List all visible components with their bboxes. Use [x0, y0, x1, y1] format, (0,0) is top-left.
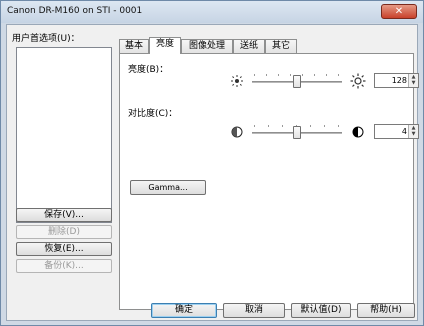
- tab-other[interactable]: 其它: [265, 39, 297, 53]
- tab-image-processing-label: 图像处理: [188, 41, 225, 51]
- dialog-client-area: 用户首选项(U)： 保存(V)... 删除(D) 恢复(E)... 备份(K).…: [6, 24, 419, 321]
- tab-basic-label: 基本: [124, 41, 143, 51]
- brightness-slider[interactable]: [252, 72, 342, 90]
- user-preferences-list[interactable]: [16, 47, 112, 223]
- delete-preference-button[interactable]: 删除(D): [16, 225, 112, 239]
- cancel-button[interactable]: 取消: [223, 303, 285, 318]
- contrast-value: 4: [401, 127, 407, 136]
- ok-button-label: 确定: [174, 305, 193, 315]
- help-button[interactable]: 帮助(H): [357, 303, 415, 318]
- backup-preference-label: 备份(K)...: [44, 261, 84, 271]
- contrast-slider[interactable]: [252, 123, 342, 141]
- gamma-button-label: Gamma...: [148, 183, 188, 192]
- tab-feeding[interactable]: 送纸: [233, 39, 265, 53]
- backup-preference-button[interactable]: 备份(K)...: [16, 259, 112, 273]
- ok-button[interactable]: 确定: [151, 303, 217, 318]
- contrast-spinbox[interactable]: 4 ▲ ▼: [374, 124, 419, 139]
- default-button-label: 默认值(D): [300, 305, 342, 315]
- user-preferences-label: 用户首选项(U)：: [12, 34, 80, 44]
- save-preference-button[interactable]: 保存(V)...: [16, 208, 112, 222]
- contrast-high-icon: [352, 126, 364, 138]
- brightness-label: 亮度(B)：: [128, 65, 169, 75]
- close-button[interactable]: ✕: [381, 4, 417, 19]
- brightness-spin-arrows[interactable]: ▲ ▼: [408, 74, 418, 87]
- gamma-button[interactable]: Gamma...: [130, 180, 206, 195]
- cancel-button-label: 取消: [244, 305, 263, 315]
- delete-preference-label: 删除(D): [48, 227, 80, 237]
- title-bar[interactable]: Canon DR-M160 on STI - 0001 ✕: [1, 1, 423, 23]
- brightness-slider-thumb[interactable]: [293, 75, 301, 88]
- scanner-dialog-window: Canon DR-M160 on STI - 0001 ✕ 用户首选项(U)： …: [0, 0, 424, 326]
- contrast-low-icon: [231, 126, 243, 138]
- tab-other-label: 其它: [271, 41, 290, 51]
- restore-preference-button[interactable]: 恢复(E)...: [16, 242, 112, 256]
- window-title: Canon DR-M160 on STI - 0001: [7, 6, 143, 16]
- sun-large-icon: [350, 73, 366, 89]
- tab-feeding-label: 送纸: [239, 41, 258, 51]
- save-preference-label: 保存(V)...: [44, 210, 84, 220]
- tab-basic[interactable]: 基本: [119, 39, 149, 53]
- help-button-label: 帮助(H): [370, 305, 402, 315]
- tab-image-processing[interactable]: 图像处理: [181, 39, 233, 53]
- sun-small-icon: [230, 74, 244, 88]
- tab-brightness[interactable]: 亮度: [149, 37, 181, 54]
- default-button[interactable]: 默认值(D): [291, 303, 351, 318]
- brightness-tab-panel: 亮度(B)： 128 ▲ ▼ 对比度(C)： 4 ▲ ▼ Gamma...: [119, 53, 419, 310]
- contrast-slider-thumb[interactable]: [293, 126, 301, 139]
- close-icon: ✕: [394, 6, 404, 17]
- brightness-spinbox[interactable]: 128 ▲ ▼: [374, 73, 419, 88]
- tab-brightness-label: 亮度: [155, 39, 174, 49]
- restore-preference-label: 恢复(E)...: [44, 244, 84, 254]
- contrast-spin-arrows[interactable]: ▲ ▼: [408, 125, 418, 138]
- contrast-label: 对比度(C)：: [128, 109, 178, 119]
- brightness-value: 128: [391, 76, 407, 85]
